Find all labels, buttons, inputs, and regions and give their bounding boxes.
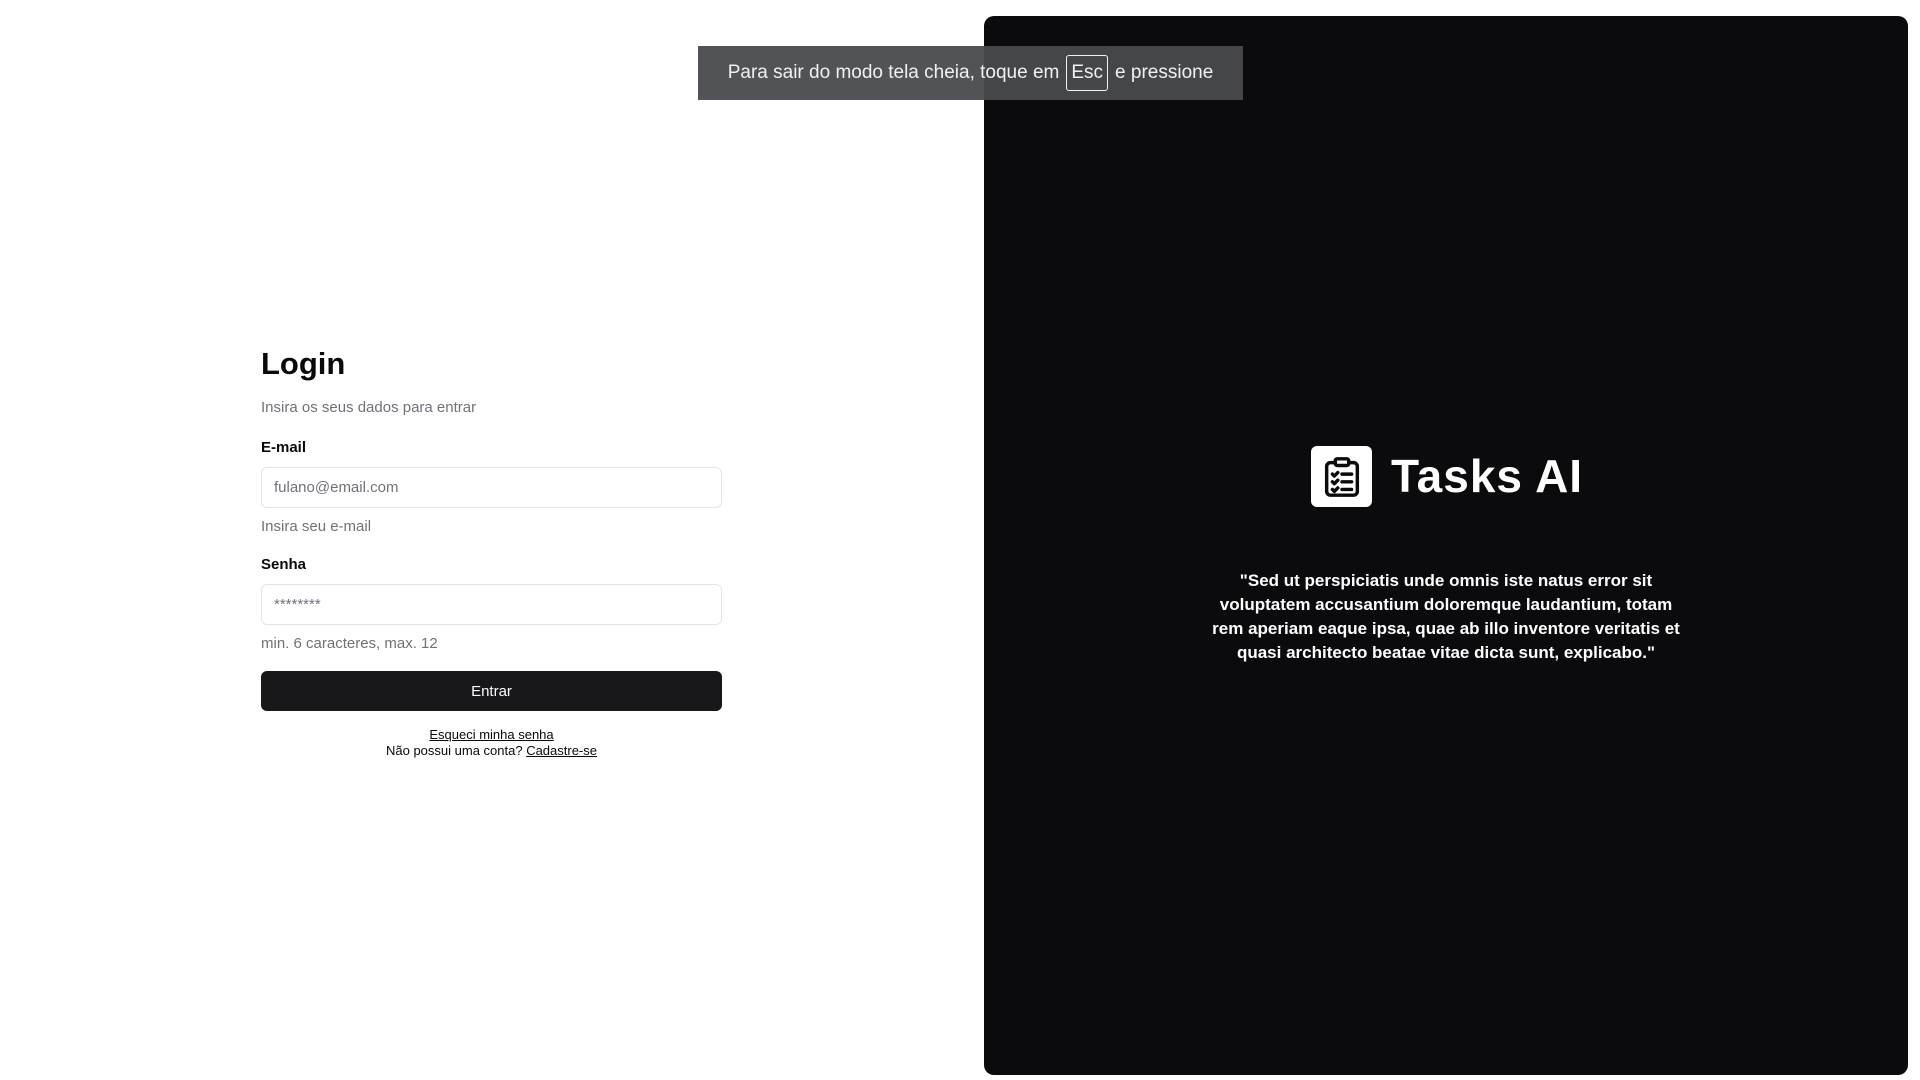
email-hint: Insira seu e-mail — [261, 518, 372, 535]
login-subtitle: Insira os seus dados para entrar — [261, 399, 477, 416]
email-label: E-mail — [261, 439, 307, 456]
brand-name: Tasks AI — [1391, 450, 1584, 502]
brand-logo: Tasks AI — [1311, 446, 1583, 507]
brand-quote: "Sed ut perspiciatis unde omnis iste nat… — [1212, 571, 1680, 662]
toast-text-after: e pressione — [1115, 62, 1214, 83]
signup-link[interactable]: Cadastre-se — [526, 743, 597, 758]
brand-panel: Tasks AI "Sed ut perspiciatis unde omnis… — [984, 16, 1908, 1075]
password-hint: min. 6 caracteres, max. 12 — [261, 635, 438, 652]
clipboard-checklist-icon — [1311, 446, 1372, 507]
page-title: Login — [261, 346, 346, 381]
login-form: Login Insira os seus dados para entrar E… — [261, 345, 722, 759]
no-account-text: Não possui uma conta? — [385, 743, 527, 758]
password-field[interactable] — [261, 584, 722, 625]
email-field[interactable] — [261, 467, 722, 508]
auth-links: Esqueci minha senha Não possui uma conta… — [261, 727, 722, 759]
fullscreen-exit-toast: Para sair do modo tela cheia, toque em E… — [698, 46, 1243, 100]
login-button[interactable]: Entrar — [261, 671, 722, 711]
toast-text-before: Para sair do modo tela cheia, toque em — [727, 62, 1060, 83]
forgot-password-link[interactable]: Esqueci minha senha — [429, 727, 553, 742]
password-label: Senha — [261, 556, 307, 573]
login-page: Login Insira os seus dados para entrar E… — [0, 0, 1920, 1080]
esc-key-badge: Esc — [1066, 55, 1109, 91]
